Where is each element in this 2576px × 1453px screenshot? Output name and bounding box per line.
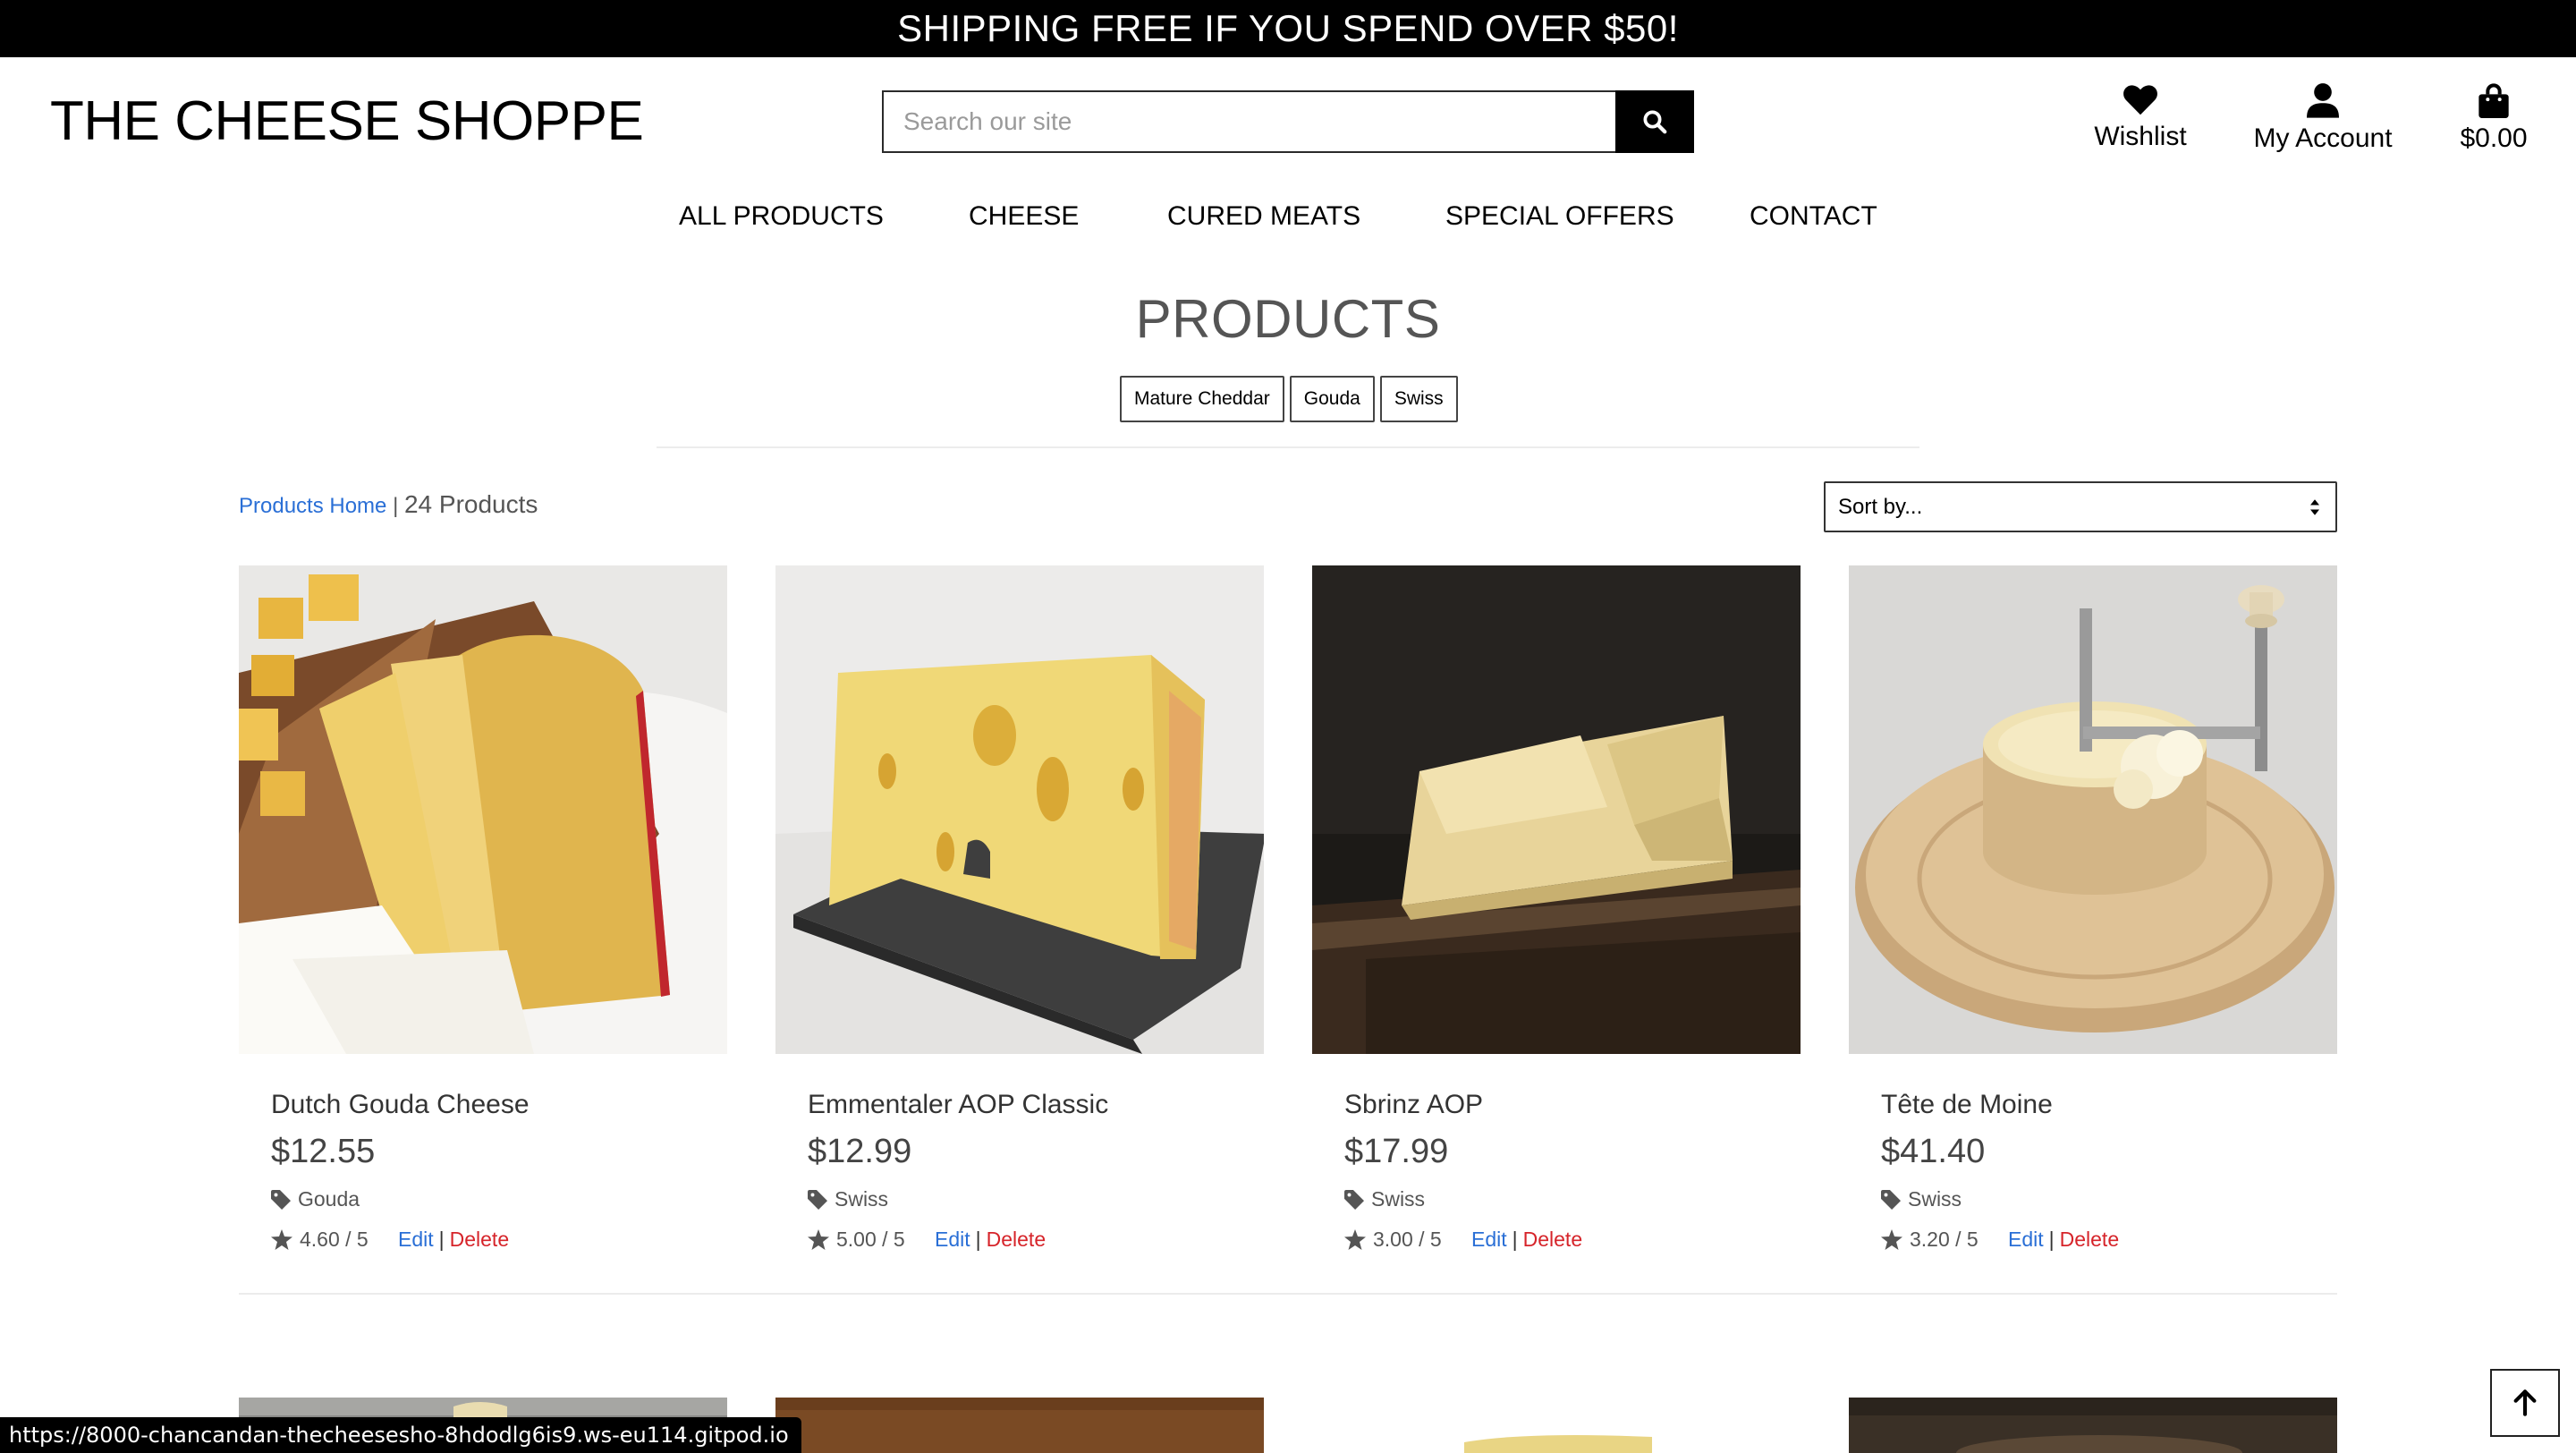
product-name[interactable]: Tête de Moine (1881, 1090, 2337, 1120)
product-image-partial[interactable] (1849, 1398, 2337, 1453)
delete-link[interactable]: Delete (987, 1228, 1046, 1252)
product-meta: 3.20 / 5 Edit | Delete (1881, 1228, 2337, 1252)
product-price: $12.55 (271, 1133, 376, 1170)
product-category[interactable]: Gouda (271, 1187, 727, 1211)
star-icon (1344, 1229, 1366, 1250)
product-category-label: Swiss (1371, 1187, 1426, 1211)
product-price: $12.99 (808, 1133, 912, 1170)
product-image[interactable] (1849, 565, 2337, 1054)
product-card: Dutch Gouda Cheese $12.55 Gouda 4.60 / 5… (239, 565, 727, 1252)
product-category-label: Swiss (835, 1187, 889, 1211)
my-account-label: My Account (2253, 123, 2393, 153)
product-category[interactable]: Swiss (1344, 1187, 1801, 1211)
nav-special-offers[interactable]: SPECIAL OFFERS (1445, 201, 1674, 232)
link-separator: | (2048, 1228, 2055, 1251)
edit-link[interactable]: Edit (2008, 1228, 2044, 1252)
link-separator: | (1512, 1228, 1518, 1251)
bag-total: $0.00 (2460, 123, 2528, 153)
back-to-top-button[interactable] (2490, 1369, 2560, 1437)
delete-link[interactable]: Delete (450, 1228, 509, 1252)
delete-link[interactable]: Delete (2060, 1228, 2119, 1252)
title-divider (657, 446, 1919, 448)
star-icon (271, 1229, 292, 1250)
wishlist-label: Wishlist (2094, 122, 2187, 151)
product-image[interactable] (239, 565, 727, 1054)
shopping-bag-link[interactable]: $0.00 (2460, 82, 2528, 154)
link-preview-url: https://8000-chancandan-thecheesesho-8hd… (0, 1417, 801, 1453)
site-logo[interactable]: THE CHEESE SHOPPE (50, 89, 644, 153)
search-input[interactable] (882, 90, 1615, 153)
arrow-up-icon (2513, 1389, 2537, 1416)
product-rating-value: 5.00 / 5 (836, 1228, 905, 1251)
row-divider (239, 1293, 2337, 1295)
tag-swiss[interactable]: Swiss (1379, 376, 1458, 422)
link-separator: | (975, 1228, 981, 1251)
edit-link[interactable]: Edit (398, 1228, 434, 1252)
search-button[interactable] (1615, 90, 1694, 153)
nav-all-products[interactable]: ALL PRODUCTS (679, 201, 884, 232)
tag-icon (271, 1189, 291, 1210)
breadcrumb-separator: | (386, 494, 404, 518)
nav-cured-meats[interactable]: CURED MEATS (1167, 201, 1360, 232)
heart-icon (2123, 85, 2157, 115)
page-title: PRODUCTS (1135, 289, 1441, 349)
product-card: Tête de Moine $41.40 Swiss 3.20 / 5 Edit… (1849, 565, 2337, 1252)
product-price: $17.99 (1344, 1133, 1449, 1170)
tag-mature-cheddar[interactable]: Mature Cheddar (1120, 376, 1284, 422)
product-card: Sbrinz AOP $17.99 Swiss 3.00 / 5 Edit | … (1312, 565, 1801, 1252)
product-price: $41.40 (1881, 1133, 1986, 1170)
category-tags: Mature Cheddar Gouda Swiss (1120, 376, 1458, 422)
product-name[interactable]: Dutch Gouda Cheese (271, 1090, 727, 1120)
product-name[interactable]: Sbrinz AOP (1344, 1090, 1801, 1120)
breadcrumb: Products Home | 24 Products (239, 490, 538, 519)
search-form (882, 90, 1694, 153)
product-rating: 3.00 / 5 (1344, 1228, 1471, 1252)
product-image[interactable] (1312, 565, 1801, 1054)
product-count: 24 Products (403, 490, 538, 518)
star-icon (1881, 1229, 1902, 1250)
product-category-label: Swiss (1908, 1187, 1962, 1211)
tag-icon (1881, 1189, 1901, 1210)
select-arrows-icon (2310, 499, 2319, 515)
product-category[interactable]: Swiss (1881, 1187, 2337, 1211)
product-rating-value: 3.20 / 5 (1910, 1228, 1979, 1251)
tag-icon (808, 1189, 827, 1210)
delete-link[interactable]: Delete (1523, 1228, 1582, 1252)
product-rating: 4.60 / 5 (271, 1228, 398, 1252)
shopping-bag-icon (2479, 83, 2509, 118)
product-meta: 5.00 / 5 Edit | Delete (808, 1228, 1264, 1252)
product-image[interactable] (775, 565, 1264, 1054)
product-rating: 3.20 / 5 (1881, 1228, 2008, 1252)
product-category-label: Gouda (298, 1187, 360, 1211)
product-rating-value: 3.00 / 5 (1373, 1228, 1442, 1251)
product-category[interactable]: Swiss (808, 1187, 1264, 1211)
nav-contact[interactable]: CONTACT (1750, 201, 1877, 232)
product-card: Emmentaler AOP Classic $12.99 Swiss 5.00… (775, 565, 1264, 1252)
my-account-link[interactable]: My Account (2253, 82, 2393, 154)
product-name[interactable]: Emmentaler AOP Classic (808, 1090, 1264, 1120)
edit-link[interactable]: Edit (935, 1228, 970, 1252)
sort-selected-value: Sort by... (1838, 495, 1923, 519)
product-rating-value: 4.60 / 5 (300, 1228, 369, 1251)
product-image-partial[interactable] (1312, 1398, 1801, 1453)
edit-link[interactable]: Edit (1471, 1228, 1507, 1252)
product-rating: 5.00 / 5 (808, 1228, 935, 1252)
product-meta: 4.60 / 5 Edit | Delete (271, 1228, 727, 1252)
search-icon (1643, 110, 1667, 134)
main-nav: ALL PRODUCTS CHEESE CURED MEATS SPECIAL … (0, 201, 2576, 237)
product-meta: 3.00 / 5 Edit | Delete (1344, 1228, 1801, 1252)
sort-select[interactable]: Sort by... (1824, 481, 2337, 532)
link-separator: | (438, 1228, 445, 1251)
wishlist-link[interactable]: Wishlist (2093, 82, 2188, 152)
user-icon (2307, 83, 2339, 118)
products-home-link[interactable]: Products Home (239, 494, 386, 518)
nav-cheese[interactable]: CHEESE (969, 201, 1079, 232)
shipping-banner: SHIPPING FREE IF YOU SPEND OVER $50! (0, 0, 2576, 57)
star-icon (808, 1229, 829, 1250)
tag-icon (1344, 1189, 1364, 1210)
product-image-partial[interactable] (775, 1398, 1264, 1453)
tag-gouda[interactable]: Gouda (1289, 376, 1375, 422)
